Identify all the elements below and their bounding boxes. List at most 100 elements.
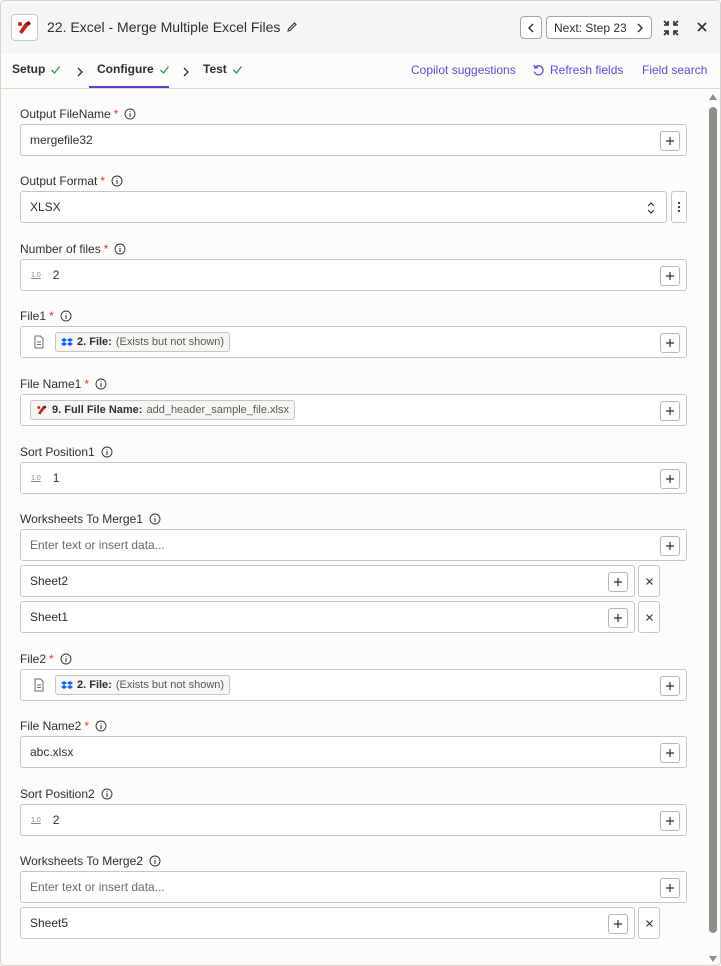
mapped-data-pill[interactable]: 2. File: (Exists but not shown) <box>55 332 231 352</box>
number-type-icon: 1.0 <box>31 474 41 482</box>
insert-data-button[interactable] <box>660 743 680 763</box>
chevron-right-icon <box>183 67 189 77</box>
tab-configure[interactable]: Configure <box>97 62 170 76</box>
mapped-data-pill[interactable]: 9. Full File Name: add_header_sample_fil… <box>30 400 295 420</box>
refresh-icon <box>533 64 544 75</box>
next-step-label: Next: Step 23 <box>554 20 627 35</box>
kebab-icon <box>677 201 681 213</box>
file-name1-label: File Name1 * <box>20 377 107 391</box>
label-text: Sort Position2 <box>20 787 95 801</box>
label-text: Worksheets To Merge2 <box>20 854 143 868</box>
pill-value: add_header_sample_file.xlsx <box>146 404 289 416</box>
pill-value: (Exists but not shown) <box>115 336 225 348</box>
required-marker: * <box>84 719 90 733</box>
select-value: XLSX <box>30 200 61 214</box>
select-arrows-icon <box>647 202 655 214</box>
scroll-down-arrow-icon[interactable] <box>708 955 718 963</box>
label-text: Number of files <box>20 242 101 256</box>
collapse-icon[interactable] <box>662 19 680 37</box>
sort-position2-input[interactable]: 1.0 2 <box>20 804 687 836</box>
required-marker: * <box>49 652 54 666</box>
worksheets1-item-input[interactable]: Sheet2 <box>20 565 635 597</box>
file-name2-input[interactable]: abc.xlsx <box>20 736 687 768</box>
output-format-select[interactable]: XLSX <box>20 191 667 223</box>
info-icon[interactable] <box>149 855 161 867</box>
info-icon[interactable] <box>149 513 161 525</box>
refresh-fields-link[interactable]: Refresh fields <box>532 63 623 77</box>
insert-data-button[interactable] <box>608 572 628 592</box>
label-text: Output Format <box>20 174 98 188</box>
label-text: Sort Position1 <box>20 445 95 459</box>
info-icon[interactable] <box>114 243 126 255</box>
file2-input[interactable]: 2. File: (Exists but not shown) <box>20 669 687 701</box>
info-icon[interactable] <box>124 108 136 120</box>
close-icon <box>645 919 653 927</box>
insert-data-button[interactable] <box>660 333 680 353</box>
file1-label: File1 * <box>20 309 72 323</box>
sort-position1-input[interactable]: 1.0 1 <box>20 462 687 494</box>
insert-data-button[interactable] <box>660 131 680 151</box>
copilot-suggestions-link[interactable]: Copilot suggestions <box>411 63 516 77</box>
insert-data-button[interactable] <box>660 266 680 286</box>
previous-step-button[interactable] <box>520 16 542 39</box>
file-name2-label: File Name2 * <box>20 719 107 733</box>
insert-data-button[interactable] <box>660 536 680 556</box>
info-icon[interactable] <box>60 310 72 322</box>
info-icon[interactable] <box>95 378 107 390</box>
scroll-up-arrow-icon[interactable] <box>708 93 718 101</box>
step-editor-panel: 22. Excel - Merge Multiple Excel Files N… <box>0 0 721 966</box>
close-icon <box>645 577 653 585</box>
step-tabs: Setup Configure Test Copilot suggestions… <box>1 53 720 89</box>
info-icon[interactable] <box>101 446 113 458</box>
refresh-fields-label: Refresh fields <box>550 63 624 77</box>
insert-data-button[interactable] <box>608 608 628 628</box>
info-icon[interactable] <box>95 720 107 732</box>
worksheets2-new-input[interactable]: Enter text or insert data... <box>20 871 687 903</box>
input-value: Sheet2 <box>30 574 69 588</box>
pill-label: 2. File: <box>77 679 112 691</box>
dropbox-icon <box>61 680 73 689</box>
remove-item-button[interactable] <box>638 565 660 597</box>
more-options-button[interactable] <box>671 191 687 223</box>
input-value: 2 <box>52 813 60 827</box>
insert-data-button[interactable] <box>608 914 628 934</box>
label-text: File Name2 <box>20 719 82 733</box>
plus-icon <box>666 542 674 550</box>
worksheets1-new-input[interactable]: Enter text or insert data... <box>20 529 687 561</box>
info-icon[interactable] <box>60 653 72 665</box>
output-filename-input[interactable]: mergefile32 <box>20 124 687 156</box>
scrollbar-thumb[interactable] <box>709 107 717 933</box>
worksheets2-label: Worksheets To Merge2 <box>20 854 161 868</box>
tab-setup[interactable]: Setup <box>12 62 61 76</box>
input-placeholder: Enter text or insert data... <box>30 880 165 894</box>
pill-label: 9. Full File Name: <box>52 404 143 416</box>
file1-input[interactable]: 2. File: (Exists but not shown) <box>20 326 687 358</box>
close-icon[interactable] <box>695 20 709 34</box>
insert-data-button[interactable] <box>660 878 680 898</box>
remove-item-button[interactable] <box>638 601 660 633</box>
app-icon <box>37 405 47 415</box>
insert-data-button[interactable] <box>660 401 680 421</box>
pencil-icon[interactable] <box>286 21 298 33</box>
panel-header: 22. Excel - Merge Multiple Excel Files N… <box>1 1 720 53</box>
insert-data-button[interactable] <box>660 676 680 696</box>
mapped-data-pill[interactable]: 2. File: (Exists but not shown) <box>55 675 231 695</box>
info-icon[interactable] <box>111 175 123 187</box>
insert-data-button[interactable] <box>660 469 680 489</box>
next-step-button[interactable]: Next: Step 23 <box>546 16 652 39</box>
remove-item-button[interactable] <box>638 907 660 939</box>
chevron-right-icon <box>77 67 83 77</box>
worksheets1-item-input[interactable]: Sheet1 <box>20 601 635 633</box>
tab-test[interactable]: Test <box>203 62 243 76</box>
insert-data-button[interactable] <box>660 811 680 831</box>
step-title[interactable]: 22. Excel - Merge Multiple Excel Files <box>47 19 298 35</box>
number-type-icon: 1.0 <box>31 816 41 824</box>
input-placeholder: Enter text or insert data... <box>30 538 165 552</box>
file-name1-input[interactable]: 9. Full File Name: add_header_sample_fil… <box>20 394 687 426</box>
number-of-files-input[interactable]: 1.0 2 <box>20 259 687 291</box>
plus-icon <box>666 817 674 825</box>
info-icon[interactable] <box>101 788 113 800</box>
plus-icon <box>614 614 622 622</box>
field-search-link[interactable]: Field search <box>642 63 707 77</box>
worksheets2-item-input[interactable]: Sheet5 <box>20 907 635 939</box>
